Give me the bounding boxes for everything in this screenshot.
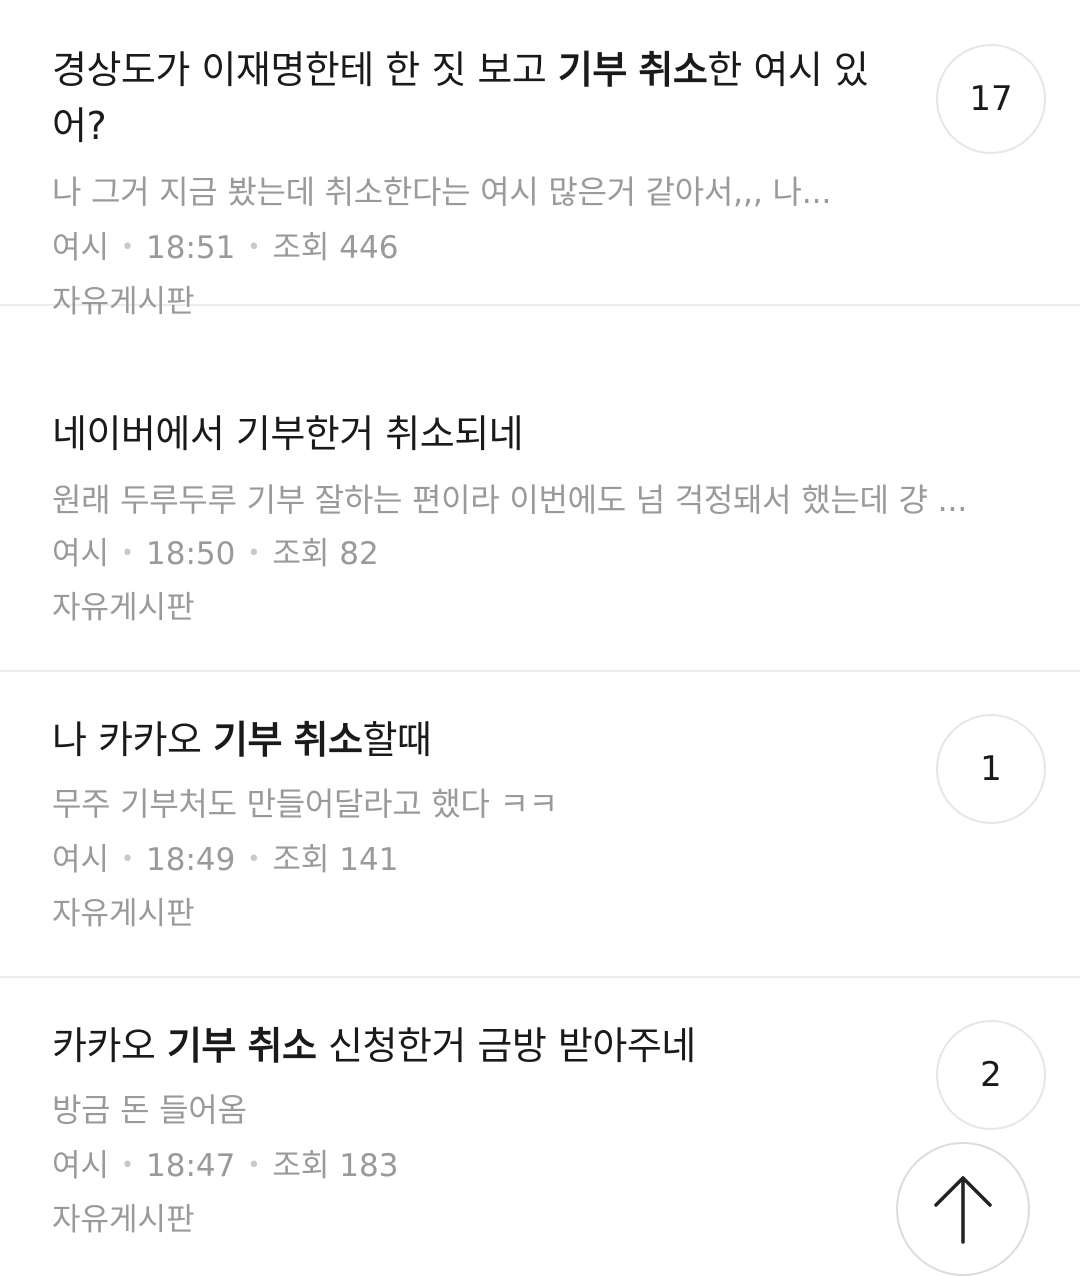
meta-separator: • — [247, 1153, 261, 1178]
post-preview: 원래 두루두루 기부 잘하는 편이라 이번에도 넘 걱정돼서 했는데 걍 ... — [52, 481, 968, 519]
post-title[interactable]: 나 카카오 기부 취소할때 — [52, 712, 902, 768]
meta-separator: • — [121, 541, 135, 566]
post-views: 조회 141 — [272, 842, 399, 878]
title-highlight: 취소 — [638, 48, 708, 92]
meta-separator: • — [121, 235, 135, 260]
post-item[interactable]: 경상도가 이재명한테 한 짓 보고 기부 취소한 여시 있어? 나 그거 지금 … — [0, 0, 1080, 320]
post-title[interactable]: 네이버에서 기부한거 취소되네 — [52, 406, 902, 462]
post-time: 18:47 — [146, 1148, 236, 1184]
post-views: 조회 183 — [272, 1148, 399, 1184]
title-text — [282, 718, 294, 762]
title-highlight: 취소 — [247, 1024, 317, 1068]
title-highlight: 기부 — [213, 718, 282, 762]
meta-separator: • — [247, 235, 261, 260]
title-text: 카카오 — [52, 1024, 167, 1068]
title-text: 나 카카오 — [52, 718, 213, 762]
post-meta: 여시 • 18:47 • 조회 183 — [52, 1144, 398, 1188]
title-text — [236, 1024, 248, 1068]
scroll-to-top-button[interactable] — [896, 1142, 1030, 1276]
post-author: 여시 — [52, 842, 110, 878]
post-meta: 여시 • 18:51 • 조회 446 — [52, 226, 398, 270]
meta-separator: • — [121, 847, 135, 872]
post-time: 18:51 — [146, 230, 236, 266]
post-views: 조회 446 — [272, 230, 399, 266]
meta-separator: • — [247, 541, 261, 566]
post-author: 여시 — [52, 1148, 110, 1184]
meta-separator: • — [121, 1153, 135, 1178]
post-board: 자유게시판 — [52, 1202, 195, 1238]
title-text: 할때 — [362, 718, 432, 762]
title-highlight: 취소 — [293, 718, 363, 762]
post-board: 자유게시판 — [52, 284, 195, 320]
post-item[interactable]: 네이버에서 기부한거 취소되네 원래 두루두루 기부 잘하는 편이라 이번에도 … — [0, 366, 1080, 672]
post-preview: 방금 돈 들어옴 — [52, 1091, 247, 1129]
title-text: 경상도가 이재명한테 한 짓 보고 — [52, 48, 558, 92]
comment-count-badge[interactable]: 1 — [936, 714, 1046, 824]
comment-count-badge[interactable]: 2 — [936, 1020, 1046, 1130]
post-preview: 나 그거 지금 봤는데 취소한다는 여시 많은거 같아서,,, 나... — [52, 173, 832, 211]
arrow-up-icon — [934, 1176, 992, 1244]
comment-count-badge[interactable]: 17 — [936, 44, 1046, 154]
title-text — [627, 48, 639, 92]
title-text: 신청한거 금방 받아주네 — [316, 1024, 696, 1068]
title-highlight: 기부 — [557, 48, 627, 92]
title-text: 네이버에서 기부한거 취소되네 — [52, 412, 524, 456]
post-item[interactable]: 나 카카오 기부 취소할때 무주 기부처도 만들어달라고 했다 ㅋㅋ 여시 • 18… — [0, 672, 1080, 978]
post-board: 자유게시판 — [52, 590, 195, 626]
post-board: 자유게시판 — [52, 896, 195, 932]
post-meta: 여시 • 18:49 • 조회 141 — [52, 838, 398, 882]
post-author: 여시 — [52, 230, 110, 266]
meta-separator: • — [247, 847, 261, 872]
post-preview: 무주 기부처도 만들어달라고 했다 ㅋㅋ — [52, 785, 558, 823]
post-title[interactable]: 카카오 기부 취소 신청한거 금방 받아주네 — [52, 1018, 902, 1074]
post-author: 여시 — [52, 536, 110, 572]
post-time: 18:50 — [146, 536, 236, 572]
post-title[interactable]: 경상도가 이재명한테 한 짓 보고 기부 취소한 여시 있어? — [52, 42, 902, 154]
post-views: 조회 82 — [272, 536, 379, 572]
title-highlight: 기부 — [166, 1024, 236, 1068]
post-meta: 여시 • 18:50 • 조회 82 — [52, 532, 379, 576]
post-time: 18:49 — [146, 842, 236, 878]
